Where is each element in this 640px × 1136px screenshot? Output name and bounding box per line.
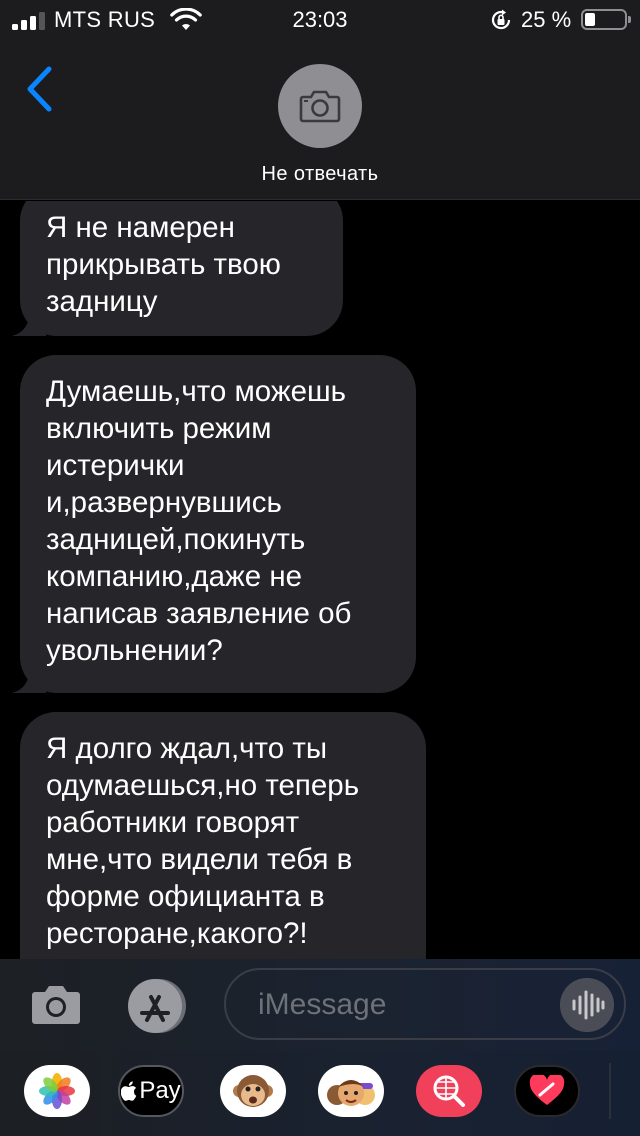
status-bar: MTS RUS 23:03 25 % — [0, 0, 640, 40]
message-text: Думаешь,что можешь включить режим истери… — [46, 375, 352, 667]
camera-icon — [299, 90, 341, 123]
battery-percent: 25 % — [521, 7, 572, 32]
camera-icon[interactable] — [28, 977, 84, 1033]
battery-icon — [581, 9, 631, 30]
web-search-app-icon[interactable] — [416, 1065, 482, 1117]
voice-waveform-icon[interactable] — [560, 978, 614, 1032]
app-drawer: Pay — [0, 1051, 640, 1136]
message-text: Я долго ждал,что ты одумаешься,но теперь… — [46, 732, 360, 950]
photos-app-icon[interactable] — [24, 1065, 90, 1117]
memoji-app-icon[interactable] — [318, 1065, 384, 1117]
apple-pay-label: Pay — [139, 1077, 181, 1104]
message-bubble[interactable]: Думаешь,что можешь включить режим истери… — [12, 355, 416, 693]
app-store-icon[interactable] — [126, 977, 190, 1035]
battery-level — [585, 13, 595, 26]
drawer-divider — [609, 1063, 611, 1119]
apple-pay-app-icon[interactable]: Pay — [118, 1065, 184, 1117]
message-bubble[interactable]: Я долго ждал,что ты одумаешься,но теперь… — [20, 712, 426, 959]
animoji-app-icon[interactable] — [220, 1065, 286, 1117]
contact-name[interactable]: Не отвечать — [0, 163, 640, 186]
message-thread[interactable]: Я не намерен прикрывать твою задницу Дум… — [0, 201, 640, 959]
contact-avatar[interactable] — [278, 64, 362, 148]
chevron-left-icon[interactable] — [22, 64, 58, 114]
message-composer: iMessage — [0, 959, 640, 1051]
message-text: Я не намерен прикрывать твою задницу — [46, 211, 281, 318]
digital-touch-app-icon[interactable] — [514, 1065, 580, 1117]
conversation-header: Не отвечать — [0, 40, 640, 200]
message-input-placeholder: iMessage — [258, 988, 387, 1021]
rotation-lock-icon — [491, 9, 511, 30]
message-input[interactable]: iMessage — [224, 968, 626, 1040]
message-bubble[interactable]: Я не намерен прикрывать твою задницу — [12, 201, 343, 336]
